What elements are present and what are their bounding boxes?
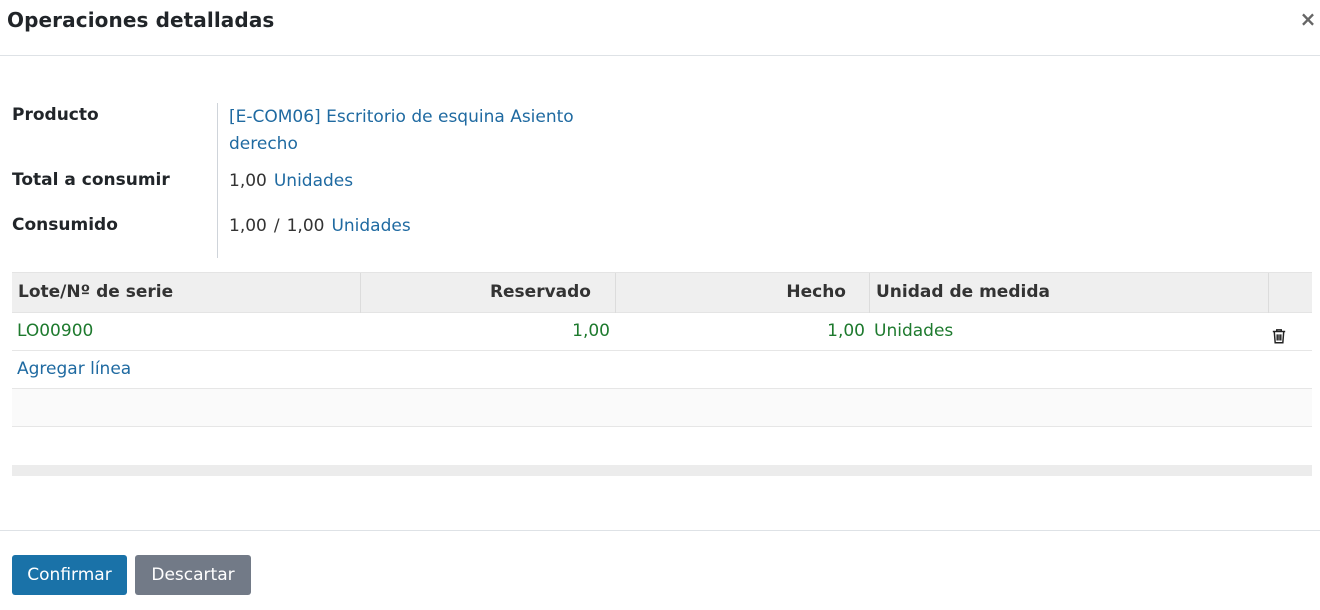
consumed-uom-link[interactable]: Unidades: [331, 216, 410, 236]
empty-row: [12, 389, 1312, 427]
discard-button[interactable]: Descartar: [135, 555, 251, 595]
consumed-label: Consumido: [12, 215, 118, 235]
total-to-consume-value: 1,00 Unidades: [229, 171, 353, 191]
row-reserved[interactable]: 1,00: [360, 313, 610, 350]
table-header: Lote/Nº de serie Reservado Hecho Unidad …: [12, 272, 1312, 313]
product-link[interactable]: [E-COM06] Escritorio de esquina Asiento …: [229, 104, 629, 158]
move-lines-table: Lote/Nº de serie Reservado Hecho Unidad …: [12, 272, 1312, 427]
confirm-button[interactable]: Confirmar: [12, 555, 127, 595]
close-icon[interactable]: ×: [1298, 8, 1318, 30]
consumed-qty: 1,00: [229, 216, 267, 236]
form-separator: [217, 103, 218, 258]
total-uom-link[interactable]: Unidades: [274, 171, 353, 191]
trash-icon[interactable]: [1270, 322, 1290, 344]
product-label: Producto: [12, 105, 99, 125]
total-qty: 1,00: [229, 171, 267, 191]
header-reserved[interactable]: Reservado: [360, 273, 615, 313]
table-row[interactable]: LO00900 1,00 1,00 Unidades: [12, 313, 1312, 351]
modal-header: Operaciones detalladas ×: [0, 0, 1320, 56]
consumed-slash: /: [273, 216, 280, 236]
row-uom[interactable]: Unidades: [874, 313, 953, 350]
row-lot[interactable]: LO00900: [17, 313, 93, 350]
add-line-link[interactable]: Agregar línea: [17, 351, 131, 388]
row-done[interactable]: 1,00: [615, 313, 865, 350]
product-form: Producto [E-COM06] Escritorio de esquina…: [12, 103, 712, 258]
consumed-total: 1,00: [286, 216, 325, 236]
add-line-row: Agregar línea: [12, 351, 1312, 389]
table-footer: [12, 465, 1312, 476]
header-uom[interactable]: Unidad de medida: [869, 273, 1269, 313]
total-to-consume-label: Total a consumir: [12, 170, 170, 190]
header-lot[interactable]: Lote/Nº de serie: [18, 273, 173, 313]
consumed-value: 1,00 / 1,00 Unidades: [229, 216, 411, 236]
header-done[interactable]: Hecho: [615, 273, 870, 313]
modal-footer: Confirmar Descartar: [0, 530, 1320, 610]
header-actions: [1268, 273, 1312, 313]
modal-title: Operaciones detalladas: [7, 8, 275, 32]
